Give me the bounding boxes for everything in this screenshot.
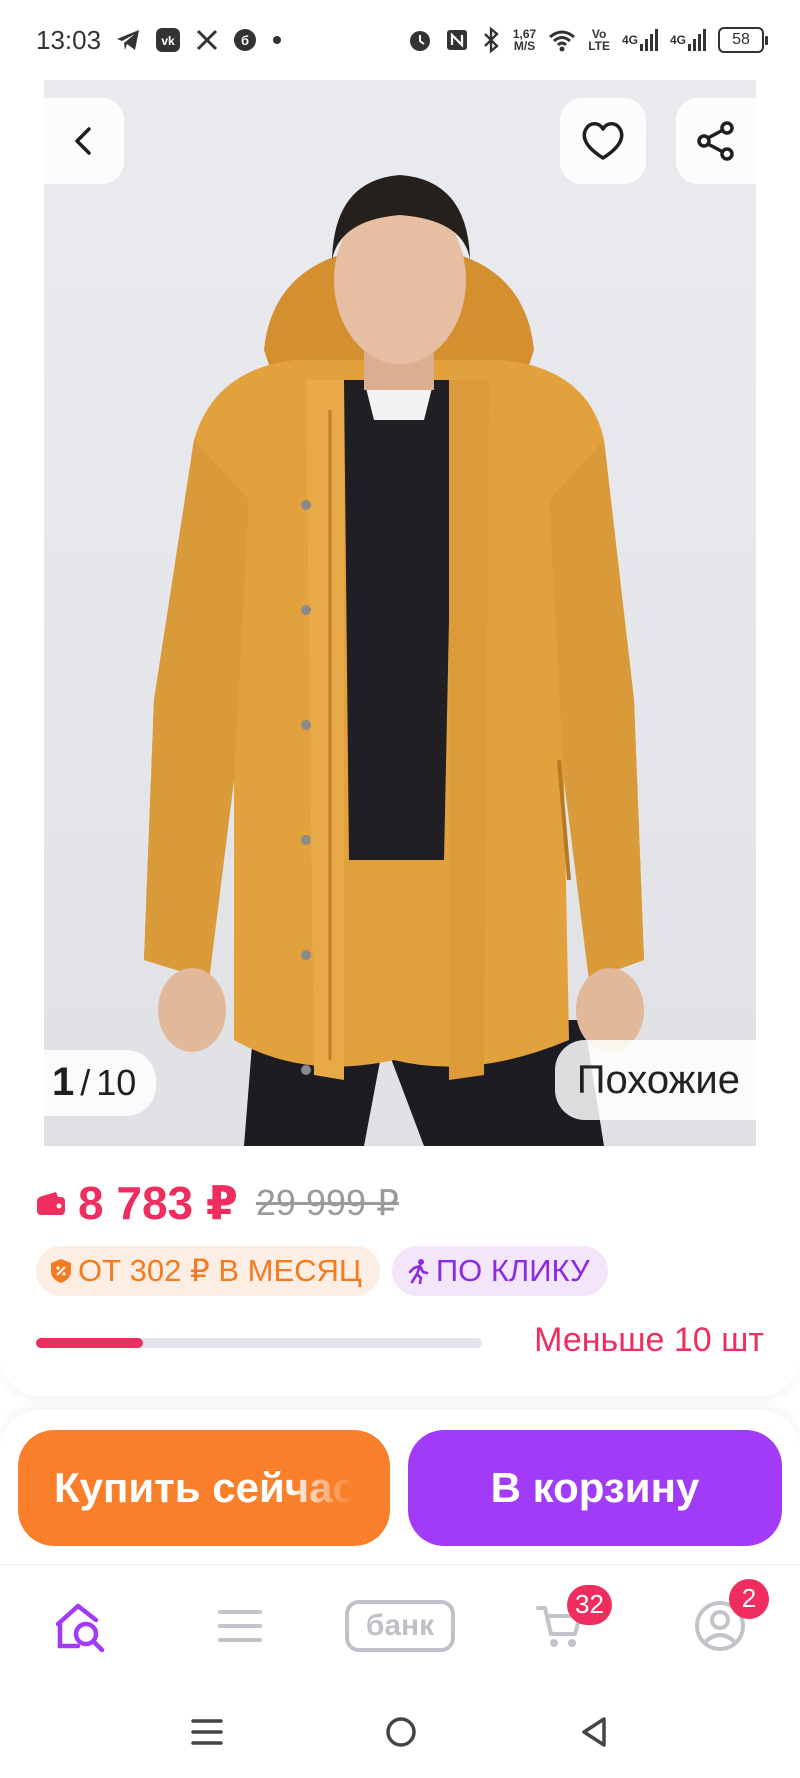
product-gallery[interactable]: 1 / 10 Похожие bbox=[44, 80, 756, 1146]
stock-progress bbox=[36, 1338, 482, 1348]
buy-now-label: Купить сейчас bbox=[54, 1464, 354, 1511]
back-button[interactable] bbox=[44, 98, 124, 184]
running-man-icon bbox=[408, 1259, 429, 1284]
signal-1-label: 4G bbox=[621, 33, 638, 47]
volte-indicator: Vo LTE bbox=[588, 28, 610, 52]
stock-progress-fill bbox=[36, 1338, 144, 1348]
recent-apps-icon[interactable] bbox=[190, 1717, 224, 1747]
vk-icon: vk bbox=[155, 27, 181, 53]
tab-profile[interactable]: 2 bbox=[665, 1578, 775, 1671]
x-icon bbox=[195, 28, 219, 52]
signal-2-label: 4G bbox=[669, 33, 686, 47]
menu-lines-icon bbox=[218, 1609, 262, 1642]
add-to-cart-button[interactable]: В корзину bbox=[408, 1430, 782, 1546]
home-circle-icon[interactable] bbox=[384, 1715, 418, 1749]
home-search-icon bbox=[55, 1603, 105, 1652]
similar-button[interactable]: Похожие bbox=[554, 1040, 756, 1120]
one-click-chip[interactable]: ПО КЛИКУ bbox=[391, 1246, 608, 1296]
tab-home-search[interactable] bbox=[25, 1581, 135, 1671]
favorite-button[interactable] bbox=[560, 98, 646, 184]
bluetooth-icon bbox=[481, 27, 501, 53]
bank-label: банк bbox=[345, 1599, 455, 1652]
signal-icon-2: 4G bbox=[670, 29, 706, 51]
net-speed-unit: M/S bbox=[513, 39, 536, 53]
buy-now-button[interactable]: Купить сейчас bbox=[18, 1430, 390, 1546]
gallery-counter: 1 / 10 bbox=[44, 1050, 157, 1116]
system-navigation bbox=[0, 1686, 800, 1778]
gallery-current: 1 bbox=[52, 1060, 75, 1104]
battery-level: 58 bbox=[732, 31, 750, 48]
tab-catalog[interactable] bbox=[185, 1581, 295, 1671]
profile-badge: 2 bbox=[729, 1578, 769, 1619]
old-price: 29 999 ₽ bbox=[255, 1182, 399, 1223]
installment-label: ОТ 302 ₽ В МЕСЯЦ bbox=[78, 1253, 362, 1288]
one-click-label: ПО КЛИКУ bbox=[435, 1253, 590, 1288]
svg-text:vk: vk bbox=[161, 34, 175, 48]
tab-bank[interactable]: банк bbox=[345, 1581, 455, 1671]
status-time: 13:03 bbox=[36, 24, 102, 55]
gallery-total: 10 bbox=[96, 1062, 137, 1103]
b-icon: б bbox=[233, 28, 257, 52]
stock-label: Меньше 10 шт bbox=[534, 1321, 764, 1359]
net-speed: 1,67 M/S bbox=[513, 28, 536, 52]
wifi-icon bbox=[548, 28, 576, 52]
nfc-icon bbox=[445, 28, 469, 52]
add-to-cart-label: В корзину bbox=[490, 1464, 700, 1511]
battery-icon: 58 bbox=[718, 27, 768, 53]
heart-icon bbox=[582, 122, 624, 160]
svg-text:б: б bbox=[241, 33, 249, 48]
telegram-icon bbox=[115, 28, 141, 52]
bottom-tab-bar: банк 32 2 bbox=[0, 1564, 800, 1686]
cart-badge: 32 bbox=[567, 1584, 612, 1625]
current-price: 8 783 ₽ bbox=[78, 1177, 238, 1229]
product-photo bbox=[144, 175, 644, 1146]
share-button[interactable] bbox=[676, 98, 756, 184]
share-icon bbox=[697, 121, 734, 161]
alarm-icon bbox=[407, 27, 433, 53]
shield-percent-icon bbox=[51, 1259, 71, 1283]
chevron-left-icon bbox=[75, 127, 91, 155]
status-bar: 13:03 vk б 1,67 M/S Vo LTE 4G 4G 58 bbox=[0, 0, 800, 80]
signal-icon-1: 4G bbox=[622, 29, 658, 51]
tab-cart[interactable]: 32 bbox=[505, 1581, 615, 1671]
action-bar: Купить сейчас В корзину bbox=[0, 1410, 800, 1564]
back-triangle-icon[interactable] bbox=[578, 1715, 610, 1749]
volte-bottom: LTE bbox=[588, 39, 610, 53]
price-card: 8 783 ₽ 29 999 ₽ ОТ 302 ₽ В МЕСЯЦ ПО КЛИ… bbox=[0, 1146, 800, 1396]
gallery-separator: / bbox=[80, 1062, 91, 1103]
wallet-icon bbox=[37, 1192, 65, 1215]
installment-chip[interactable]: ОТ 302 ₽ В МЕСЯЦ bbox=[36, 1246, 380, 1296]
dot-icon bbox=[271, 34, 283, 46]
